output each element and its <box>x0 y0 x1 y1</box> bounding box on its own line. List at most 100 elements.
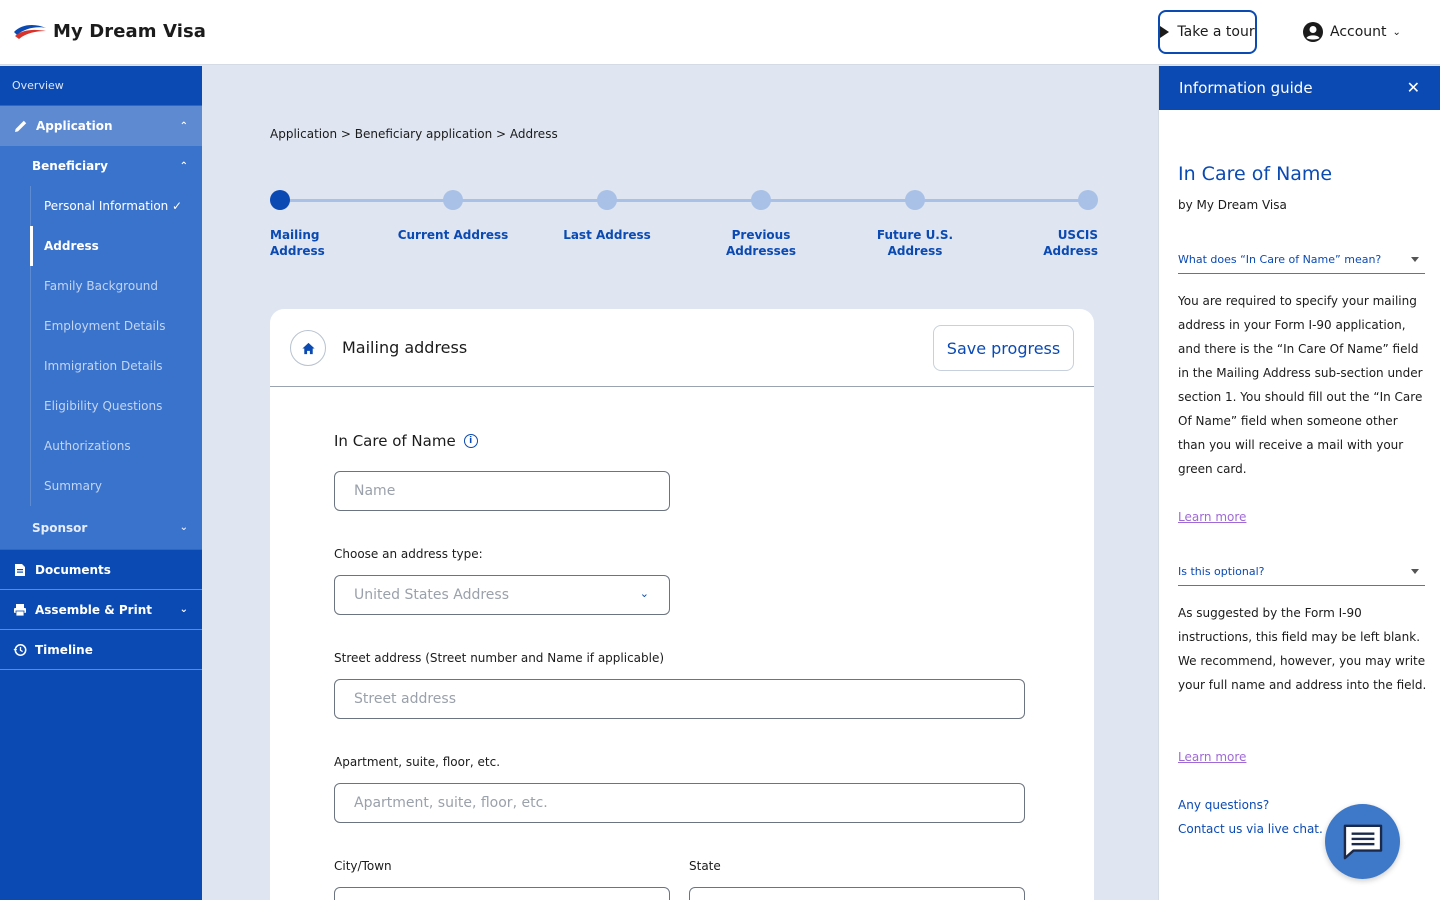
step-label-uscis[interactable]: USCIS Address <box>998 227 1098 259</box>
card-header: Mailing address Save progress <box>270 309 1094 387</box>
chevron-down-icon: ⌄ <box>639 587 649 600</box>
chevron-down-icon: ⌄ <box>179 522 188 533</box>
street-address-label: Street address (Street number and Name i… <box>334 651 665 665</box>
step-label-current[interactable]: Current Address <box>393 227 513 243</box>
mailing-address-card: Mailing address Save progress In Care of… <box>270 309 1094 900</box>
any-questions-text: Any questions? <box>1178 798 1270 812</box>
sidebar-item-address[interactable]: Address <box>0 226 202 266</box>
sidebar-item-immigration-details[interactable]: Immigration Details <box>0 346 202 386</box>
guide-author: by My Dream Visa <box>1178 198 1287 212</box>
information-guide-panel: Information guide ✕ In Care of Name by M… <box>1158 66 1440 900</box>
history-icon <box>13 643 27 657</box>
address-type-value: United States Address <box>354 587 510 603</box>
address-stepper: Mailing Address Current Address Last Add… <box>270 189 1098 269</box>
step-dot-uscis[interactable] <box>1078 190 1098 210</box>
card-title: Mailing address <box>342 338 468 357</box>
panel-heading: Information guide <box>1179 79 1313 97</box>
play-icon <box>1160 26 1170 38</box>
sidebar-item-authorizations[interactable]: Authorizations <box>0 426 202 466</box>
city-label: City/Town <box>334 859 392 873</box>
step-dot-current[interactable] <box>443 190 463 210</box>
sidebar-item-family-background[interactable]: Family Background <box>0 266 202 306</box>
guide-title: In Care of Name <box>1178 163 1333 185</box>
step-label-line: USCIS <box>1057 228 1098 242</box>
sidebar-item-summary[interactable]: Summary <box>0 466 202 506</box>
sidebar-item-application[interactable]: Application ⌃ <box>0 106 202 146</box>
sidebar-item-timeline[interactable]: Timeline <box>0 630 202 670</box>
live-chat-button[interactable] <box>1325 804 1400 879</box>
sidebar-item-label: Immigration Details <box>44 359 163 373</box>
learn-more-link[interactable]: Learn more <box>1178 750 1246 764</box>
in-care-of-name-input[interactable] <box>334 471 670 511</box>
step-label-last[interactable]: Last Address <box>547 227 667 243</box>
apartment-label: Apartment, suite, floor, etc. <box>334 755 501 769</box>
sidebar-item-label: Sponsor <box>32 520 88 535</box>
printer-icon <box>13 603 27 617</box>
step-dot-previous[interactable] <box>751 190 771 210</box>
account-menu[interactable]: Account ⌄ <box>1302 21 1401 43</box>
sidebar-item-documents[interactable]: Documents <box>0 550 202 590</box>
step-label-line: Mailing <box>270 228 320 242</box>
sidebar-item-sponsor[interactable]: Sponsor ⌄ <box>0 506 202 550</box>
accordion-label: Is this optional? <box>1178 565 1265 578</box>
step-dot-future[interactable] <box>905 190 925 210</box>
sidebar-item-label: Address <box>44 239 99 253</box>
close-icon[interactable]: ✕ <box>1407 78 1420 97</box>
brand-logo[interactable]: My Dream Visa <box>13 20 206 42</box>
sidebar: Overview Application ⌃ Beneficiary ⌃ Per… <box>0 66 202 900</box>
pencil-icon <box>14 119 28 133</box>
sidebar-item-personal-information[interactable]: Personal Information ✓ <box>0 186 202 226</box>
chevron-up-icon: ⌃ <box>179 160 188 172</box>
address-type-label: Choose an address type: <box>334 547 483 561</box>
step-label-mailing[interactable]: Mailing Address <box>270 227 325 259</box>
step-label-line: Previous <box>731 228 791 242</box>
sidebar-item-employment-details[interactable]: Employment Details <box>0 306 202 346</box>
sidebar-item-label: Overview <box>12 79 64 92</box>
breadcrumb: Application > Beneficiary application > … <box>270 127 558 141</box>
step-label-previous[interactable]: Previous Addresses <box>701 227 821 259</box>
user-avatar-icon <box>1303 22 1323 42</box>
apartment-input[interactable] <box>334 783 1025 823</box>
accordion-what-does-mean[interactable]: What does “In Care of Name” mean? <box>1178 246 1425 274</box>
chat-bubble-icon <box>1343 824 1382 859</box>
state-input[interactable] <box>689 887 1025 900</box>
top-header: My Dream Visa Take a tour Account ⌄ <box>0 0 1440 65</box>
take-tour-button[interactable]: Take a tour <box>1158 10 1257 54</box>
home-icon <box>290 330 326 366</box>
chevron-down-icon: ⌄ <box>1392 26 1401 38</box>
sidebar-item-label: Timeline <box>35 642 93 657</box>
sidebar-item-overview[interactable]: Overview <box>0 66 202 106</box>
document-icon <box>13 563 27 577</box>
panel-header: Information guide ✕ <box>1159 66 1440 110</box>
account-label: Account <box>1330 24 1387 40</box>
street-address-input[interactable] <box>334 679 1025 719</box>
step-label-line: Future U.S. <box>876 228 954 242</box>
logo-swoosh-icon <box>14 24 46 39</box>
step-label-future[interactable]: Future U.S. Address <box>855 227 975 259</box>
stepper-track <box>280 199 1088 202</box>
sidebar-item-eligibility-questions[interactable]: Eligibility Questions <box>0 386 202 426</box>
city-input[interactable] <box>334 887 670 900</box>
step-dot-mailing[interactable] <box>270 190 290 210</box>
step-label-line: Address <box>270 244 325 258</box>
step-label-line: Current Address <box>397 228 509 242</box>
sidebar-item-beneficiary[interactable]: Beneficiary ⌃ <box>0 146 202 186</box>
live-chat-link[interactable]: Contact us via live chat. <box>1178 817 1323 841</box>
learn-more-link[interactable]: Learn more <box>1178 510 1246 524</box>
brand-name: My Dream Visa <box>53 20 207 42</box>
caret-down-icon <box>1411 257 1419 262</box>
accordion-is-optional[interactable]: Is this optional? <box>1178 558 1425 586</box>
take-tour-label: Take a tour <box>1177 24 1255 40</box>
sidebar-item-label: Employment Details <box>44 319 166 333</box>
address-type-select[interactable]: United States Address ⌄ <box>334 575 670 615</box>
sidebar-item-label: Family Background <box>44 279 159 293</box>
accordion-answer: As suggested by the Form I-90 instructio… <box>1178 606 1427 692</box>
info-icon[interactable]: i <box>463 434 478 448</box>
checkmark-icon: ✓ <box>171 199 182 213</box>
save-progress-button[interactable]: Save progress <box>933 325 1074 371</box>
sidebar-item-label: Authorizations <box>44 439 131 453</box>
state-label: State <box>689 859 721 873</box>
sidebar-item-label: Assemble & Print <box>35 602 152 617</box>
step-dot-last[interactable] <box>597 190 617 210</box>
sidebar-item-assemble-print[interactable]: Assemble & Print ⌄ <box>0 590 202 630</box>
